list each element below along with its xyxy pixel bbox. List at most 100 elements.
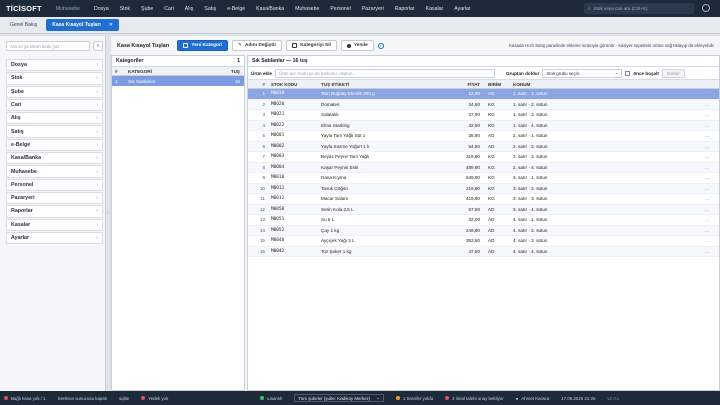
menu-dosya[interactable]: Dosya: [94, 6, 109, 12]
more-icon[interactable]: ...: [705, 186, 719, 191]
sidebar-collapse-button[interactable]: «: [93, 41, 103, 51]
sidebar-item-dosya[interactable]: Dosya ›: [6, 59, 103, 72]
sidebar-item-label: Alış: [11, 115, 21, 122]
sidebar-item-ayarlar[interactable]: Ayarlar ›: [6, 231, 103, 245]
chevron-right-icon: ›: [96, 155, 98, 162]
menu-cari[interactable]: Cari: [164, 6, 174, 12]
menu-sube[interactable]: Şube: [141, 6, 153, 12]
col-position: KONUM: [513, 81, 531, 87]
key-row[interactable]: 7 M0003 Beyaz Peynir Tam Yağlı 319,90 KG 2. s…: [248, 152, 719, 163]
new-category-button[interactable]: Yeni Kategori: [177, 40, 228, 51]
sidebar-item-satis[interactable]: Satış ›: [6, 125, 103, 138]
menu-pazaryeri[interactable]: Pazaryeri: [362, 6, 384, 12]
menu-muhasebe[interactable]: Muhasebe: [295, 6, 319, 12]
offer-status[interactable]: 2 ilmal talebi onay bekliyor: [452, 396, 504, 401]
chevron-right-icon: ›: [96, 128, 98, 135]
categories-panel: Kategoriler 1 # KATEGORİ TUŞ 1 Sık Satıl…: [111, 55, 245, 391]
key-row[interactable]: 1 M0030 Tam Buğday Ekmek 300 g 12,50 AD 1. sa…: [248, 89, 719, 100]
more-icon[interactable]: ...: [705, 144, 719, 149]
clear-first-checkbox[interactable]: [625, 70, 631, 76]
more-icon[interactable]: ...: [705, 175, 719, 180]
key-row[interactable]: 14 M0052 Çay 1 kg 249,90 AD 4. satır · 2. süt…: [248, 225, 719, 236]
sidebar-search-input[interactable]: Ara ve ya ekran kodu yaz: [6, 41, 90, 51]
add-product-input[interactable]: Ürün adı, kodu ya da barkodu; okutun...: [274, 68, 495, 78]
menu-stok[interactable]: Stok: [120, 6, 130, 12]
sidebar-item-kasalar[interactable]: Kasalar ›: [6, 218, 103, 231]
tab-genel-bakis[interactable]: Genel Bakış: [4, 19, 43, 31]
key-row-position: 1. satır · 2. sütun: [513, 101, 548, 107]
stock-group-select[interactable]: Stok grubu seçin... ⌄: [542, 68, 623, 78]
menu-ebelge[interactable]: e-Belge: [227, 6, 245, 12]
key-row-no: 15: [259, 238, 265, 244]
key-row[interactable]: 3 M0021 Salatalık 27,90 KG 1. satır · 3. sütu…: [248, 110, 719, 121]
menu-kasalar[interactable]: Kasalar: [426, 6, 444, 12]
key-row[interactable]: 15 M0040 Ayçiçek Yağı 5 L 353,50 AD 4. satır …: [248, 236, 719, 247]
more-icon[interactable]: ...: [705, 102, 719, 107]
sidebar-item-stok[interactable]: Stok ›: [6, 72, 103, 85]
more-icon[interactable]: ...: [705, 165, 719, 170]
global-search-input[interactable]: ⌕ Stok veya cari ara (Ctrl+K): [584, 3, 694, 14]
menu-ayarlar[interactable]: Ayarlar: [454, 6, 470, 12]
key-row[interactable]: 13 M0051 Su 5 L 32,00 AD 4. satır · 1. sütun.…: [248, 215, 719, 226]
sidebar-item-cari[interactable]: Cari ›: [6, 98, 103, 112]
user-icon[interactable]: [702, 4, 710, 12]
info-icon[interactable]: i: [377, 42, 384, 49]
more-icon[interactable]: ...: [705, 123, 719, 128]
menu-raporlar[interactable]: Raporlar: [395, 6, 415, 12]
key-row[interactable]: 2 M0020 Domates 34,90 KG 1. satır · 2. sütun.…: [248, 99, 719, 110]
more-icon[interactable]: ...: [705, 133, 719, 138]
sidebar-item-ebelge[interactable]: e-Belge ›: [6, 138, 103, 152]
key-row[interactable]: 5 M0001 Yayla Tam Yağlı Süt 1 36,90 AD 2. sat…: [248, 131, 719, 142]
key-row-label: Kaşar Peyniri Eski: [321, 164, 359, 170]
sidebar-item-raporlar[interactable]: Raporlar ›: [6, 205, 103, 218]
key-row-position: 1. satır · 3. sütun: [513, 112, 548, 118]
more-icon[interactable]: ...: [705, 207, 719, 212]
sidebar-item-alis[interactable]: Alış ›: [6, 112, 103, 125]
key-row-stock-code: M0010: [271, 175, 285, 181]
key-row[interactable]: 6 M0002 Yayla Süzme Yoğurt 1 k 54,50 AD 2. sa…: [248, 141, 719, 152]
key-row[interactable]: 8 M0004 Kaşar Peyniri Eski 489,90 KG 2. satır…: [248, 162, 719, 173]
key-row[interactable]: 10 M0011 Tavuk Göğsü 219,90 KG 3. satır · 2. …: [248, 183, 719, 194]
key-row[interactable]: 9 M0010 Dana Kıyma 549,90 KG 3. satır · 1. sü…: [248, 173, 719, 184]
search-icon: ⌕: [588, 6, 591, 11]
fill-button[interactable]: Doldur: [661, 68, 685, 78]
more-icon[interactable]: ...: [705, 238, 719, 243]
license-status-icon: [260, 396, 265, 400]
tab-kasa-kisayol[interactable]: Kasa Kısayol Tuşları ✕: [46, 19, 119, 31]
chevron-right-icon: ›: [96, 208, 98, 215]
refresh-button[interactable]: Yenile: [340, 40, 374, 51]
key-row[interactable]: 11 M0012 Macar Salam 419,90 KG 3. satır · 3. …: [248, 194, 719, 205]
rename-button[interactable]: ✎ Adını Değiştir: [232, 40, 283, 51]
more-icon[interactable]: ...: [705, 249, 719, 254]
close-icon[interactable]: ✕: [109, 22, 113, 28]
more-icon[interactable]: ...: [705, 196, 719, 201]
key-row-position: 4. satır · 3. sütun: [513, 238, 548, 244]
key-row-stock-code: M0012: [271, 196, 285, 202]
key-row-price: 27,90: [468, 112, 481, 118]
more-icon[interactable]: ...: [705, 112, 719, 117]
menu-satis[interactable]: Satış: [204, 6, 216, 12]
key-row-label: Dana Kıyma: [321, 175, 347, 181]
sidebar-item-sube[interactable]: Şube ›: [6, 85, 103, 98]
key-row[interactable]: 16 M0042 Toz Şeker 1 kg 47,50 AD 4. satır · 4…: [248, 246, 719, 257]
sidebar-item-kasa-banka[interactable]: Kasa/Banka ›: [6, 152, 103, 165]
more-icon[interactable]: ...: [705, 228, 719, 233]
key-row[interactable]: 4 M0022 Elma Starking 32,50 KG 1. satır · 4. …: [248, 120, 719, 131]
key-row-no: 2: [262, 101, 265, 107]
more-icon[interactable]: ...: [705, 154, 719, 159]
branch-select[interactable]: Tüm şubeler (şube: Kadıköy Merkez) ⌄: [294, 394, 384, 402]
key-row-unit: AD: [488, 206, 495, 212]
sidebar-item-personel[interactable]: Personel ›: [6, 178, 103, 191]
key-row[interactable]: 12 M0050 Serin Kola 2,5 L 67,90 AD 3. satır ·…: [248, 204, 719, 215]
menu-kasa-banka[interactable]: Kasa/Banka: [256, 6, 284, 12]
transfer-status[interactable]: 1 transfer yolda: [403, 396, 433, 401]
more-icon[interactable]: ...: [705, 217, 719, 222]
menu-alis[interactable]: Alış: [185, 6, 194, 12]
menu-personel[interactable]: Personel: [330, 6, 350, 12]
key-row-unit: KG: [488, 101, 495, 107]
sidebar-item-pazaryeri[interactable]: Pazaryeri ›: [6, 191, 103, 205]
category-row[interactable]: 1 Sık Satılanlar 16: [112, 76, 244, 86]
delete-category-button[interactable]: Kategoriyi Sil: [286, 40, 337, 51]
sidebar-item-muhasebe[interactable]: Muhasebe ›: [6, 165, 103, 178]
more-icon[interactable]: ...: [705, 91, 719, 96]
